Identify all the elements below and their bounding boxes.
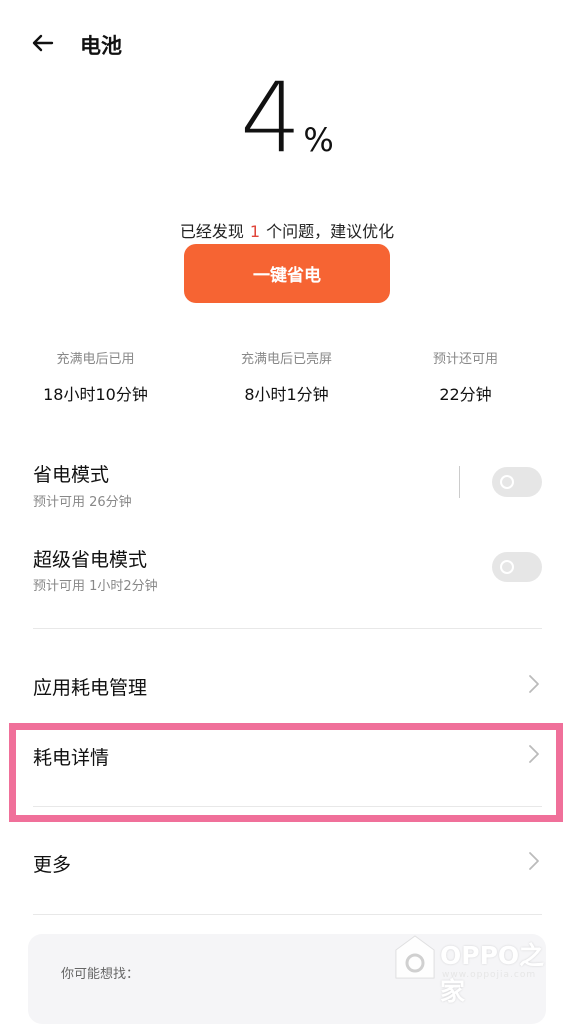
power-saving-title: 省电模式 [33, 464, 110, 486]
battery-level: 4% [0, 70, 574, 166]
issue-summary: 已经发现 1 个问题，建议优化 [0, 218, 574, 242]
watermark-url: www.oppojia.com [442, 970, 537, 980]
stat-label: 充满电后已用 [56, 352, 135, 367]
highlight-frame [9, 723, 563, 822]
battery-level-value: 4 [240, 62, 301, 174]
arrow-left-icon [32, 34, 54, 52]
toggle-knob [500, 475, 514, 489]
stat-value: 18小时10分钟 [43, 385, 148, 404]
menu-app-power[interactable]: 应用耗电管理 [33, 673, 147, 700]
issue-count: 1 [249, 222, 261, 241]
section-divider [33, 628, 542, 629]
oppo-home-logo-icon [395, 935, 435, 979]
toggle-knob [500, 560, 514, 574]
menu-more[interactable]: 更多 [33, 850, 71, 877]
page-title: 电池 [80, 34, 122, 58]
suggestion-label: 你可能想找： [61, 967, 140, 982]
divider [459, 466, 460, 498]
issue-prefix: 已经发现 [179, 222, 244, 241]
power-saving-subtitle: 预计可用 26分钟 [33, 495, 132, 510]
stat-value: 22分钟 [439, 385, 492, 404]
one-tap-save-button[interactable]: 一键省电 [184, 244, 390, 303]
stat-used-since-full: 充满电后已用 18小时10分钟 [0, 348, 191, 405]
stat-value: 8小时1分钟 [244, 385, 329, 404]
watermark: OPPO之家 www.oppojia.com [394, 930, 564, 1006]
issue-suffix: 个问题，建议优化 [266, 222, 395, 241]
chevron-right-icon [529, 852, 539, 870]
power-saving-toggle[interactable] [492, 467, 542, 497]
stat-label: 预计还可用 [432, 352, 498, 367]
super-saving-subtitle: 预计可用 1小时2分钟 [33, 579, 158, 594]
row-divider [33, 914, 542, 915]
super-saving-toggle[interactable] [492, 552, 542, 582]
stat-screen-on-since-full: 充满电后已亮屏 8小时1分钟 [191, 348, 382, 405]
back-button[interactable] [28, 28, 58, 58]
battery-level-unit: % [303, 121, 334, 159]
stat-remaining: 预计还可用 22分钟 [370, 348, 561, 405]
chevron-right-icon [529, 675, 539, 693]
super-saving-title: 超级省电模式 [33, 549, 148, 571]
stat-label: 充满电后已亮屏 [240, 352, 332, 367]
